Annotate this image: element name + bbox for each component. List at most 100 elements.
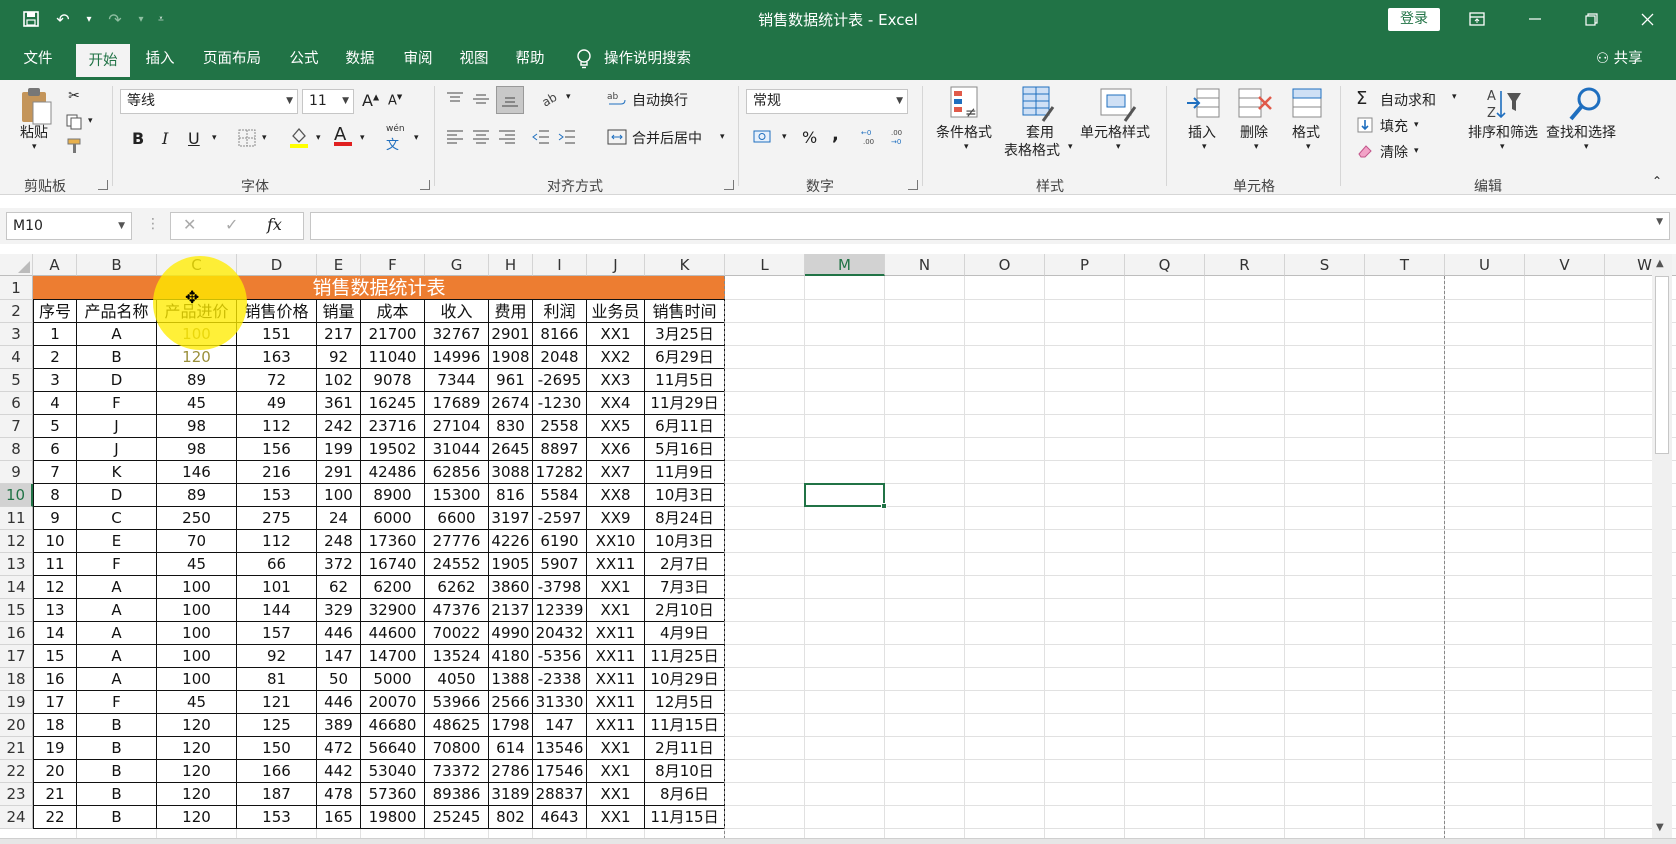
active-cell[interactable] [804,483,885,507]
table-cell[interactable]: 31044 [425,438,489,461]
formula-input[interactable]: ▼ [310,212,1670,240]
format-as-table-label-1[interactable]: 套用 [1026,122,1054,142]
column-header-a[interactable]: A [33,254,77,276]
font-color-dropdown-icon[interactable]: ▾ [360,133,365,143]
table-cell[interactable]: 89386 [425,783,489,806]
collapse-ribbon-icon[interactable]: ⌃ [1652,174,1662,188]
table-cell[interactable]: 23716 [361,415,425,438]
table-cell[interactable]: 291 [317,461,361,484]
format-as-table-label-2[interactable]: 表格格式 [1004,140,1060,160]
table-cell[interactable]: 2786 [489,760,533,783]
table-cell[interactable]: 4月9日 [645,622,725,645]
decrease-indent-icon[interactable] [530,126,552,148]
table-cell[interactable]: A [77,599,157,622]
table-cell[interactable]: 6262 [425,576,489,599]
row-header-24[interactable]: 24 [0,806,33,829]
table-cell[interactable]: 1905 [489,553,533,576]
borders-dropdown-icon[interactable]: ▾ [262,133,267,143]
sort-dropdown-icon[interactable]: ▾ [1500,142,1505,152]
table-cell[interactable]: 21 [33,783,77,806]
table-cell[interactable]: B [77,737,157,760]
insert-dropdown-icon[interactable]: ▾ [1202,142,1207,152]
row-header-7[interactable]: 7 [0,415,33,438]
shrink-font-button[interactable]: A▼ [388,93,402,108]
font-size-select[interactable]: 11 ▼ [302,89,354,114]
clear-dropdown-icon[interactable]: ▾ [1414,146,1419,156]
bold-button[interactable]: B [132,129,144,148]
worksheet-grid[interactable]: A B C D E F G H I J K L M N O P Q R S T U V W 1 2 3 4 5 6 7 8 9 10 11 12 13… [0,254,1676,844]
table-cell[interactable]: 17689 [425,392,489,415]
table-cell[interactable]: 156 [237,438,317,461]
table-cell[interactable]: 120 [157,806,237,829]
wrap-text-button[interactable]: 自动换行 [632,90,688,110]
table-cell[interactable]: 248 [317,530,361,553]
percent-button[interactable]: % [802,128,817,147]
table-cell[interactable]: XX9 [587,507,645,530]
table-cell[interactable]: 11月9日 [645,461,725,484]
table-cell[interactable]: D [77,369,157,392]
table-cell[interactable]: 8月6日 [645,783,725,806]
row-header-12[interactable]: 12 [0,530,33,553]
conditional-formatting-button[interactable]: 条件格式 [936,122,992,142]
row-header-15[interactable]: 15 [0,599,33,622]
table-header-cell[interactable]: 销售价格 [237,300,317,323]
table-cell[interactable]: 32767 [425,323,489,346]
format-as-table-dropdown-icon[interactable]: ▾ [1068,142,1073,152]
table-cell[interactable]: A [77,668,157,691]
table-cell[interactable]: 6 [33,438,77,461]
cut-icon[interactable]: ✂ [64,86,84,106]
table-cell[interactable]: 46680 [361,714,425,737]
table-cell[interactable]: 57360 [361,783,425,806]
table-cell[interactable]: 4990 [489,622,533,645]
orientation-icon[interactable]: ab [540,88,562,110]
fill-color-dropdown-icon[interactable]: ▾ [316,133,321,143]
sheet-title-cell[interactable]: 销售数据统计表 [33,276,725,300]
column-header-t[interactable]: T [1365,254,1445,276]
table-cell[interactable]: 100 [157,668,237,691]
table-cell[interactable]: 120 [157,714,237,737]
row-header-13[interactable]: 13 [0,553,33,576]
table-cell[interactable]: 18 [33,714,77,737]
column-header-h[interactable]: H [489,254,533,276]
italic-button[interactable]: I [162,129,168,148]
table-cell[interactable]: 6200 [361,576,425,599]
table-cell[interactable]: 2137 [489,599,533,622]
table-header-cell[interactable]: 业务员 [587,300,645,323]
insert-function-button[interactable]: fx [267,215,282,234]
table-cell[interactable]: B [77,714,157,737]
table-cell[interactable]: 157 [237,622,317,645]
format-as-table-icon[interactable] [1020,84,1056,124]
table-cell[interactable]: 329 [317,599,361,622]
table-cell[interactable]: 199 [317,438,361,461]
table-cell[interactable]: J [77,415,157,438]
table-cell[interactable]: XX2 [587,346,645,369]
table-cell[interactable]: XX10 [587,530,645,553]
row-header-14[interactable]: 14 [0,576,33,599]
table-cell[interactable]: 4050 [425,668,489,691]
column-header-o[interactable]: O [965,254,1045,276]
table-cell[interactable]: B [77,783,157,806]
table-cell[interactable]: F [77,392,157,415]
table-cell[interactable]: 4 [33,392,77,415]
close-icon[interactable] [1622,0,1672,38]
fill-dropdown-icon[interactable]: ▾ [1414,120,1419,130]
table-cell[interactable]: 2645 [489,438,533,461]
table-cell[interactable]: 13 [33,599,77,622]
table-cell[interactable]: 125 [237,714,317,737]
table-cell[interactable]: 442 [317,760,361,783]
column-header-r[interactable]: R [1205,254,1285,276]
table-cell[interactable]: -2338 [533,668,587,691]
table-cell[interactable]: XX4 [587,392,645,415]
table-cell[interactable]: 1908 [489,346,533,369]
table-cell[interactable]: E [77,530,157,553]
cancel-entry-icon[interactable]: ✕ [183,215,196,234]
table-cell[interactable]: 6000 [361,507,425,530]
autosum-dropdown-icon[interactable]: ▾ [1452,92,1457,102]
confirm-entry-icon[interactable]: ✓ [225,215,238,234]
table-cell[interactable]: 92 [317,346,361,369]
autosum-button[interactable]: 自动求和 [1380,90,1436,110]
table-cell[interactable]: 3088 [489,461,533,484]
conditional-dropdown-icon[interactable]: ▾ [964,142,969,152]
row-header-6[interactable]: 6 [0,392,33,415]
clear-button[interactable]: 清除 [1380,142,1408,162]
